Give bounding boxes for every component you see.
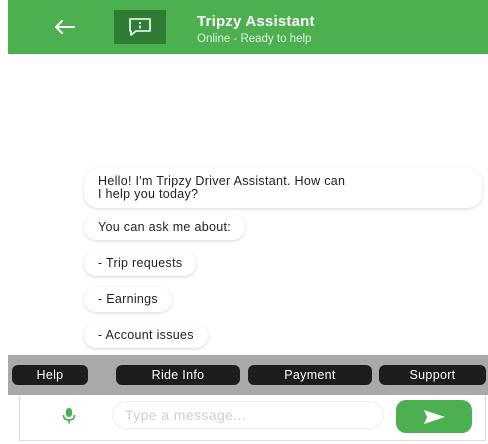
quick-reply-payment[interactable]: Payment xyxy=(248,365,372,385)
message-bubble: - Account issues xyxy=(84,323,208,348)
send-button[interactable] xyxy=(396,400,472,433)
message-line: - Trip requests xyxy=(98,256,183,270)
quick-reply-help[interactable]: Help xyxy=(12,365,88,385)
quick-reply-ride-info[interactable]: Ride Info xyxy=(116,365,240,385)
message-line: - Account issues xyxy=(98,328,194,342)
assistant-avatar xyxy=(114,10,166,44)
chat-header: Tripzy Assistant Online - Ready to help xyxy=(8,0,488,54)
arrow-left-icon xyxy=(55,20,75,34)
back-button[interactable] xyxy=(52,14,78,40)
message-composer xyxy=(19,395,486,441)
message-line: You can ask me about: xyxy=(98,220,232,234)
message-line: I help you today? xyxy=(98,187,199,201)
header-status: Online - Ready to help xyxy=(197,33,312,45)
message-bubble: - Earnings xyxy=(84,287,172,312)
message-input[interactable] xyxy=(112,401,384,429)
chat-messages: Hello! I'm Tripzy Driver Assistant. How … xyxy=(8,54,488,354)
send-icon xyxy=(424,409,445,424)
quick-replies-bar: Help Ride Info Payment Support xyxy=(8,355,488,395)
message-bubble: Hello! I'm Tripzy Driver Assistant. How … xyxy=(84,168,482,208)
message-bubble: You can ask me about: xyxy=(84,215,246,240)
mic-button[interactable] xyxy=(58,405,80,427)
chat-bubble-icon xyxy=(129,18,151,36)
header-title: Tripzy Assistant xyxy=(197,13,315,30)
quick-reply-support[interactable]: Support xyxy=(379,365,486,385)
message-bubble: - Trip requests xyxy=(84,251,197,276)
microphone-icon xyxy=(62,408,76,424)
message-line: - Earnings xyxy=(98,292,158,306)
